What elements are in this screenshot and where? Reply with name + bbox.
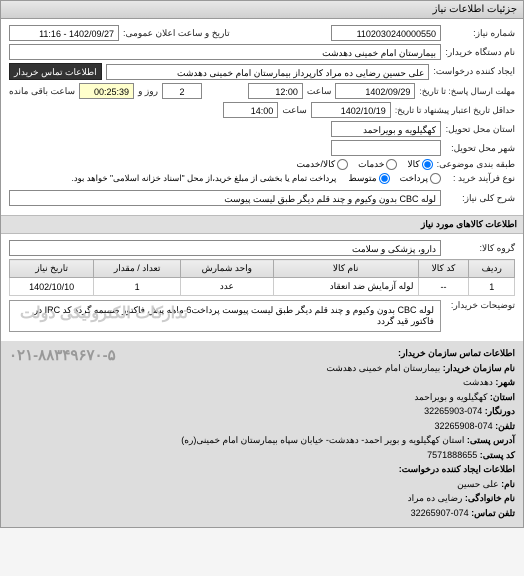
province-field: کهگیلویه و بویراحمد bbox=[331, 121, 441, 137]
name-lbl: نام: bbox=[501, 479, 515, 489]
family-val: رضایی ده مراد bbox=[408, 493, 463, 503]
days-lbl: روز و bbox=[138, 86, 158, 97]
contact-block: ۰۲۱-۸۸۳۴۹۶۷۰-۵ اطلاعات تماس سازمان خریدا… bbox=[1, 341, 523, 527]
validity-label: حداقل تاریخ اعتبار پیشنهاد تا تاریخ: bbox=[395, 105, 515, 116]
panel-title: جزئیات اطلاعات نیاز bbox=[1, 1, 523, 19]
details-panel: جزئیات اطلاعات نیاز شماره نیاز: 11020302… bbox=[0, 0, 524, 528]
form-area: شماره نیاز: 1102030240000550 تاریخ و ساع… bbox=[1, 19, 523, 215]
buyer-label: نام دستگاه خریدار: bbox=[445, 47, 515, 58]
org-lbl: نام سازمان خریدار: bbox=[443, 363, 515, 373]
ccity-lbl: شهر: bbox=[495, 377, 515, 387]
time-remain-lbl: ساعت باقی مانده bbox=[9, 86, 75, 97]
desc-field: لوله CBC بدون وکیوم و چند قلم دیگر طبق ل… bbox=[9, 190, 441, 206]
req-no-field: 1102030240000550 bbox=[331, 25, 441, 41]
deadline-date-field: 1402/09/29 bbox=[335, 83, 415, 99]
fax-lbl: دورنگار: bbox=[485, 406, 515, 416]
pay-radio-group: پرداخت متوسط bbox=[348, 173, 441, 184]
cell-date: 1402/10/10 bbox=[10, 278, 94, 296]
pay-label: نوع فرآیند خرید : bbox=[445, 173, 515, 184]
fax-val: 074-32265903 bbox=[424, 406, 482, 416]
table-header-row: ردیف کد کالا نام کالا واحد شمارش تعداد /… bbox=[10, 260, 515, 278]
ctel-val: 074-32265907 bbox=[411, 508, 469, 518]
deadline-time-lbl: ساعت bbox=[307, 86, 332, 97]
radio-both-input[interactable] bbox=[337, 159, 348, 170]
th-code: کد کالا bbox=[418, 260, 469, 278]
items-table: ردیف کد کالا نام کالا واحد شمارش تعداد /… bbox=[9, 259, 515, 296]
name-val: علی حسین bbox=[457, 479, 499, 489]
radio-pay1-input[interactable] bbox=[430, 173, 441, 184]
ctel-lbl: تلفن تماس: bbox=[471, 508, 515, 518]
th-unit: واحد شمارش bbox=[180, 260, 273, 278]
validity-date-field: 1402/10/19 bbox=[311, 102, 391, 118]
org-val: بیمارستان امام خمینی دهدشت bbox=[326, 363, 440, 373]
pub-date-field: 1402/09/27 - 11:16 bbox=[9, 25, 119, 41]
creator-field: علی حسین رضایی ده مراد کارپرداز بیمارستا… bbox=[106, 64, 430, 80]
city-field bbox=[331, 140, 441, 156]
radio-khadamat[interactable]: خدمات bbox=[358, 159, 397, 170]
contact-button[interactable]: اطلاعات تماس خریدار bbox=[9, 63, 102, 80]
th-qty: تعداد / مقدار bbox=[94, 260, 181, 278]
tel-val: 074-32265908 bbox=[435, 421, 493, 431]
cell-name: لوله آزمایش ضد انعقاد bbox=[273, 278, 418, 296]
items-section-title: اطلاعات کالاهای مورد نیاز bbox=[1, 215, 523, 234]
radio-kala-input[interactable] bbox=[422, 159, 433, 170]
radio-kala[interactable]: کالا bbox=[407, 159, 432, 170]
th-name: نام کالا bbox=[273, 260, 418, 278]
pay-note: پرداخت تمام یا بخشی از مبلغ خرید،از محل … bbox=[71, 173, 336, 184]
th-row: ردیف bbox=[469, 260, 515, 278]
group-radio-group: کالا خدمات کالا/خدمت bbox=[297, 159, 433, 170]
phone-watermark: ۰۲۱-۸۸۳۴۹۶۷۰-۵ bbox=[9, 345, 116, 368]
province-label: استان محل تحویل: bbox=[445, 124, 515, 135]
group-field: دارو، پزشکی و سلامت bbox=[9, 240, 441, 256]
cell-unit: عدد bbox=[180, 278, 273, 296]
deadline-time-field: 12:00 bbox=[248, 83, 303, 99]
validity-time-field: 14:00 bbox=[223, 102, 278, 118]
buyer-field: بیمارستان امام خمینی دهدشت bbox=[9, 44, 441, 60]
addr-lbl: آدرس پستی: bbox=[467, 435, 515, 445]
cell-qty: 1 bbox=[94, 278, 181, 296]
creator-title: اطلاعات ایجاد کننده درخواست: bbox=[9, 463, 515, 477]
days-remain-field: 2 bbox=[162, 83, 202, 99]
time-remain-field: 00:25:39 bbox=[79, 83, 134, 99]
addr-val: استان کهگیلویه و بویر احمد- دهدشت- خیابا… bbox=[181, 435, 464, 445]
creator-label: ایجاد کننده درخواست: bbox=[433, 66, 515, 77]
group-label: طبقه بندی موضوعی: bbox=[437, 159, 515, 170]
notes-text: لوله CBC بدون وکیوم و چند قلم دیگر طبق ل… bbox=[34, 305, 434, 326]
cprov-val: کهگیلویه و بویراحمد bbox=[414, 392, 487, 402]
city-label: شهر محل تحویل: bbox=[445, 143, 515, 154]
family-lbl: نام خانوادگی: bbox=[465, 493, 515, 503]
post-lbl: کد پستی: bbox=[480, 450, 515, 460]
tel-lbl: تلفن: bbox=[495, 421, 515, 431]
radio-both[interactable]: کالا/خدمت bbox=[297, 159, 349, 170]
group-field-label: گروه کالا: bbox=[445, 243, 515, 254]
pub-date-label: تاریخ و ساعت اعلان عمومی: bbox=[123, 28, 230, 39]
deadline-label: مهلت ارسال پاسخ: تا تاریخ: bbox=[419, 86, 515, 97]
radio-khadamat-input[interactable] bbox=[386, 159, 397, 170]
req-no-label: شماره نیاز: bbox=[445, 28, 515, 39]
notes-label: توضیحات خریدار: bbox=[445, 300, 515, 311]
radio-pay2-input[interactable] bbox=[379, 173, 390, 184]
cell-code: -- bbox=[418, 278, 469, 296]
ccity-val: دهدشت bbox=[463, 377, 493, 387]
post-val: 7571888655 bbox=[427, 450, 477, 460]
cprov-lbl: استان: bbox=[490, 392, 515, 402]
notes-box: لوله CBC بدون وکیوم و چند قلم دیگر طبق ل… bbox=[9, 300, 441, 332]
validity-time-lbl: ساعت bbox=[282, 105, 307, 116]
desc-label: شرح کلی نیاز: bbox=[445, 193, 515, 204]
th-date: تاریخ نیاز bbox=[10, 260, 94, 278]
cell-row: 1 bbox=[469, 278, 515, 296]
table-row[interactable]: 1 -- لوله آزمایش ضد انعقاد عدد 1 1402/10… bbox=[10, 278, 515, 296]
radio-pay1[interactable]: پرداخت bbox=[400, 173, 441, 184]
radio-pay2[interactable]: متوسط bbox=[348, 173, 389, 184]
